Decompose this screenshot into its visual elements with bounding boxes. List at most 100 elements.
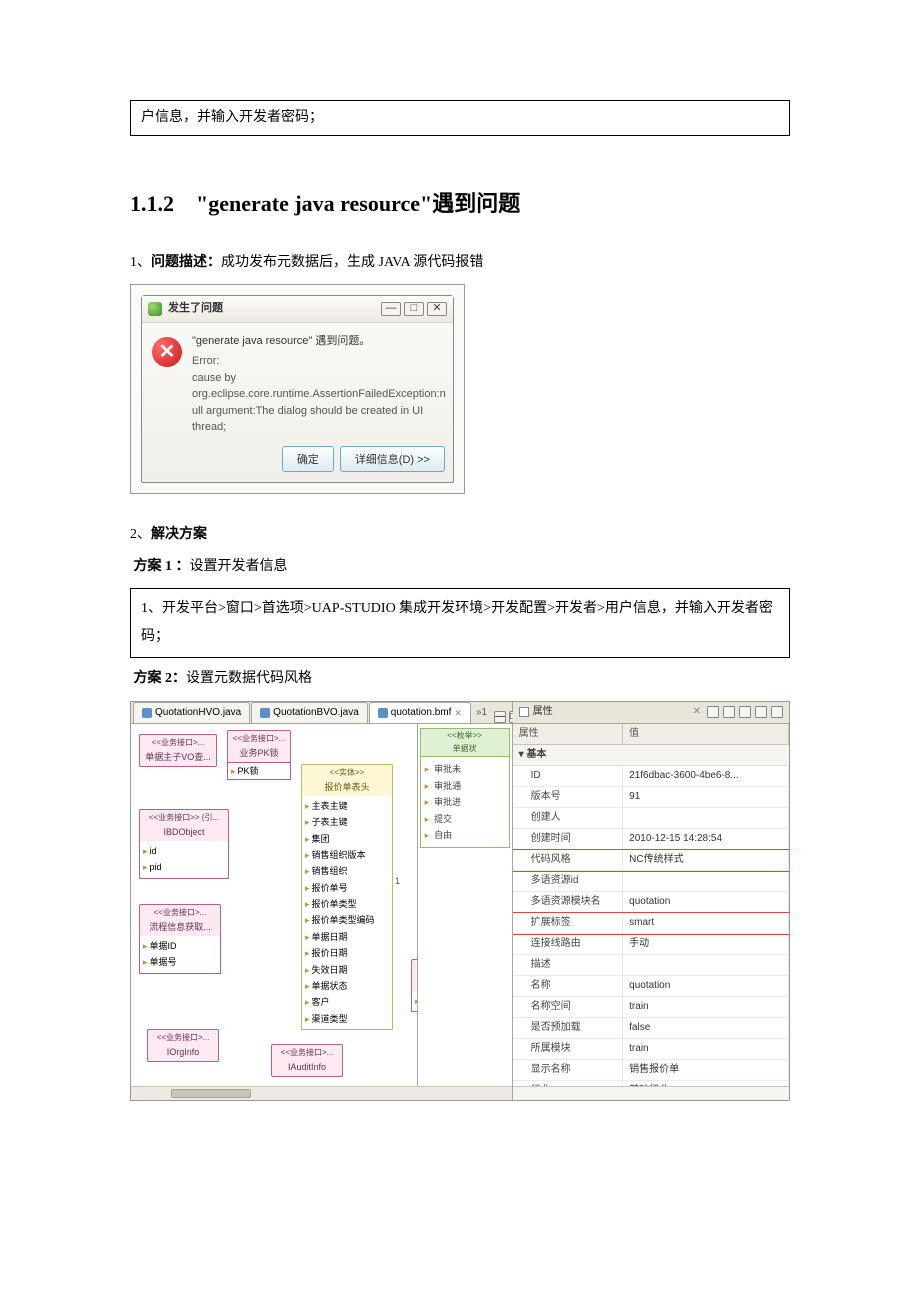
uml-interface-box-1[interactable]: <<业务接口>...单据主子VO查...: [139, 734, 217, 767]
uml-ibdobject-fields: ▸id ▸pid: [139, 841, 229, 879]
property-row[interactable]: 多语资源id: [513, 871, 789, 892]
entity-field: ▸单据日期: [305, 929, 389, 945]
uml-canvas[interactable]: <<业务接口>...单据主子VO查... <<业务接口>...业务PK锁 ▸PK…: [131, 724, 417, 1086]
enum-box-header[interactable]: <<枚举>> 单据状: [420, 728, 510, 758]
enum-item-icon: ▸: [425, 812, 430, 826]
close-button[interactable]: ✕: [427, 302, 447, 316]
property-row[interactable]: 连接线路由手动: [513, 934, 789, 955]
tab-close-icon[interactable]: ✕: [454, 706, 462, 720]
editor-tab-1[interactable]: QuotationBVO.java: [251, 702, 368, 723]
bmf-file-icon: [378, 708, 388, 718]
property-key: 所属模块: [513, 1039, 624, 1059]
property-value: quotation: [623, 976, 789, 996]
properties-view-icon: [519, 707, 529, 717]
property-row[interactable]: 多语资源模块名quotation: [513, 892, 789, 913]
toolbar-icon-5[interactable]: [771, 706, 783, 718]
property-row[interactable]: 显示名称销售报价单: [513, 1060, 789, 1081]
enum-item[interactable]: ▸审批未: [423, 761, 507, 777]
uml-flowinfo-box[interactable]: <<业务接口>...流程信息获取...: [139, 904, 221, 937]
editor-pane: QuotationHVO.java QuotationBVO.java quot…: [131, 702, 513, 1100]
property-row[interactable]: ID21f6dbac-3600-4be6-8...: [513, 766, 789, 787]
entity-field: ▸主表主键: [305, 798, 389, 814]
properties-toolbar: [707, 706, 783, 718]
enum-item[interactable]: ▸自由: [423, 827, 507, 843]
property-row[interactable]: 是否预加载false: [513, 1018, 789, 1039]
property-row[interactable]: 名称quotation: [513, 976, 789, 997]
property-row[interactable]: 描述: [513, 955, 789, 976]
problem-text: 成功发布元数据后，生成 JAVA 源代码报错: [221, 255, 483, 270]
entity-field: ▸报价单号: [305, 880, 389, 896]
error-dialog-window: 发生了问题 — □ ✕ ✕ "generate java resource" 遇…: [141, 295, 454, 483]
editor-tab-0[interactable]: QuotationHVO.java: [133, 702, 250, 723]
enum-item[interactable]: ▸提交: [423, 811, 507, 827]
uml-irow-fields: ▸行号: [411, 991, 417, 1012]
property-key: 名称空间: [513, 997, 624, 1017]
entity-field: ▸单据状态: [305, 978, 389, 994]
property-row[interactable]: 名称空间train: [513, 997, 789, 1018]
property-value: [623, 955, 789, 975]
property-value: 21f6dbac-3600-4be6-8...: [623, 766, 789, 786]
problem-desc-line: 1、问题描述：成功发布元数据后，生成 JAVA 源代码报错: [130, 252, 790, 274]
ok-button[interactable]: 确定: [282, 446, 334, 472]
property-value: 2010-12-15 14:28:54: [623, 829, 789, 849]
toolbar-icon-4[interactable]: [755, 706, 767, 718]
enum-item-icon: ▸: [425, 762, 430, 776]
editor-tab-2[interactable]: quotation.bmf✕: [369, 702, 471, 723]
uml-ibdobject-box[interactable]: <<业务接口>> (引...IBDObject: [139, 809, 229, 842]
scrollbar-thumb[interactable]: [171, 1089, 251, 1098]
dialog-message-header: "generate java resource" 遇到问题。: [192, 333, 446, 350]
properties-close-icon[interactable]: ✕: [693, 704, 701, 720]
dialog-title: 发生了问题: [168, 300, 378, 318]
uml-pk-lock[interactable]: ▸PK锁: [227, 762, 291, 780]
minimize-button[interactable]: —: [381, 302, 401, 316]
properties-tab-label[interactable]: 属性: [533, 704, 693, 720]
uml-iorginfo-box[interactable]: <<业务接口>...IOrgInfo: [147, 1029, 219, 1062]
uml-iauditinfo-box[interactable]: <<业务接口>...IAuditInfo: [271, 1044, 343, 1077]
properties-section-basic[interactable]: ▾ 基本: [513, 745, 789, 766]
property-key: 描述: [513, 955, 624, 975]
uml-flowinfo-fields: ▸单据ID ▸单据号: [139, 936, 221, 974]
property-key: 版本号: [513, 787, 624, 807]
prop-col-key: 属性: [513, 724, 624, 744]
toolbar-icon-1[interactable]: [707, 706, 719, 718]
enum-item[interactable]: ▸审批进: [423, 794, 507, 810]
entity-field: ▸销售组织: [305, 863, 389, 879]
property-row[interactable]: 所属模块train: [513, 1039, 789, 1060]
horizontal-scrollbar[interactable]: [131, 1086, 512, 1100]
property-row[interactable]: 代码风格NC传统样式: [513, 850, 789, 871]
uml-interface-box-2[interactable]: <<业务接口>...业务PK锁: [227, 730, 291, 763]
maximize-button[interactable]: □: [404, 302, 424, 316]
property-key: ID: [513, 766, 624, 786]
property-key: 创建人: [513, 808, 624, 828]
enum-item[interactable]: ▸审批通: [423, 778, 507, 794]
dialog-button-row: 确定 详细信息(D) >>: [142, 440, 453, 482]
enum-item-icon: ▸: [425, 828, 430, 842]
tab-overflow[interactable]: »1: [472, 703, 491, 723]
properties-table: 属性 值 ▾ 基本 ID21f6dbac-3600-4be6-8...版本号91…: [513, 724, 789, 1086]
entity-field: ▸报价日期: [305, 945, 389, 961]
solution-prefix: 2、: [130, 527, 151, 542]
dialog-line-2: org.eclipse.core.runtime.AssertionFailed…: [192, 386, 446, 403]
details-button[interactable]: 详细信息(D) >>: [340, 446, 445, 472]
property-row[interactable]: 扩展标签smart: [513, 913, 789, 934]
pane-minimize-icon[interactable]: —: [494, 711, 506, 723]
property-row[interactable]: 版本号91: [513, 787, 789, 808]
property-key: 多语资源模块名: [513, 892, 624, 912]
top-note-box: 户信息，并输入开发者密码；: [130, 100, 790, 136]
toolbar-icon-3[interactable]: [739, 706, 751, 718]
property-key: 扩展标签: [513, 913, 624, 933]
plan1-label: 方案 1 ：: [134, 559, 190, 574]
property-row[interactable]: 创建人: [513, 808, 789, 829]
toolbar-icon-2[interactable]: [723, 706, 735, 718]
property-value: train: [623, 997, 789, 1017]
entity-field: ▸客户: [305, 994, 389, 1010]
property-key: 连接线路由: [513, 934, 624, 954]
property-value: NC传统样式: [623, 850, 789, 870]
prop-col-value: 值: [623, 724, 789, 744]
uml-entity-header[interactable]: <<实体>>报价单表头: [301, 764, 393, 797]
property-row[interactable]: 创建时间2010-12-15 14:28:54: [513, 829, 789, 850]
property-value: [623, 808, 789, 828]
enum-item-icon: ▸: [425, 795, 430, 809]
uml-irow-box[interactable]: <<业务IRo: [411, 959, 417, 992]
entity-field: ▸失效日期: [305, 962, 389, 978]
